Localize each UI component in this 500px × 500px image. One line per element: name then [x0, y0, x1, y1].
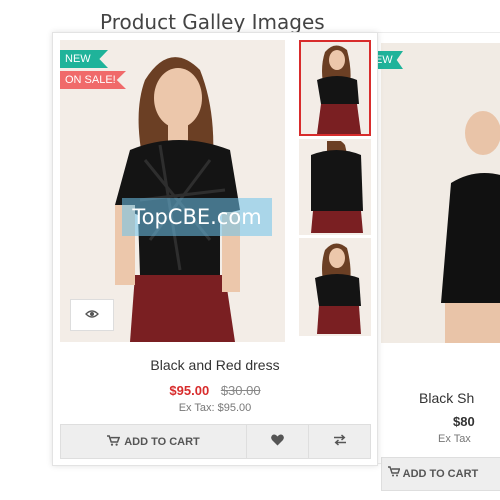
product-main-image[interactable]: NEW ON SALE! — [60, 40, 285, 342]
product-card: NEW ON SALE! Black and Red dress $95.00 … — [52, 32, 378, 466]
product-name[interactable]: Black and Red dress — [53, 357, 377, 373]
product-name-secondary[interactable]: Black Sh — [419, 390, 474, 406]
product-actions: ADD TO CART — [60, 424, 371, 459]
heart-icon — [271, 433, 284, 451]
product-image-secondary[interactable] — [381, 43, 500, 343]
thumbnail-1[interactable] — [299, 40, 371, 136]
price-secondary: $80 — [453, 414, 475, 429]
price-row: $95.00 $30.00 — [53, 383, 377, 398]
watermark: TopCBE.com — [122, 198, 272, 236]
wishlist-button[interactable] — [247, 425, 308, 458]
thumbnail-image — [317, 45, 361, 134]
cart-icon — [388, 466, 403, 480]
thumbnail-3[interactable] — [299, 238, 371, 336]
thumbnail-image — [315, 243, 361, 334]
product-card-secondary[interactable]: NEW Black Sh $80 Ex Tax ADD TO CART — [360, 32, 500, 491]
price-special: $95.00 — [169, 383, 210, 398]
thumbnail-2[interactable] — [299, 139, 371, 235]
model-illustration — [441, 111, 500, 343]
bottom-heading-partial: ... . — [88, 490, 108, 500]
add-to-cart-button[interactable]: ADD TO CART — [61, 425, 247, 458]
quickview-button[interactable] — [70, 299, 114, 331]
add-to-cart-label-secondary: ADD TO CART — [402, 468, 479, 480]
eye-icon — [85, 306, 99, 324]
ex-tax-secondary: Ex Tax — [438, 433, 471, 445]
thumbnail-image — [311, 141, 363, 233]
price-old: $30.00 — [220, 383, 261, 398]
compare-button[interactable] — [308, 425, 370, 458]
cart-icon — [107, 434, 121, 449]
add-to-cart-button-secondary[interactable]: ADD TO CART — [381, 457, 500, 491]
section-title: Product Galley Images — [100, 10, 325, 34]
badge-on-sale: ON SALE! — [60, 71, 126, 89]
add-to-cart-label: ADD TO CART — [124, 435, 200, 448]
compare-arrows-icon — [333, 433, 347, 451]
ex-tax: Ex Tax: $95.00 — [178, 402, 252, 414]
